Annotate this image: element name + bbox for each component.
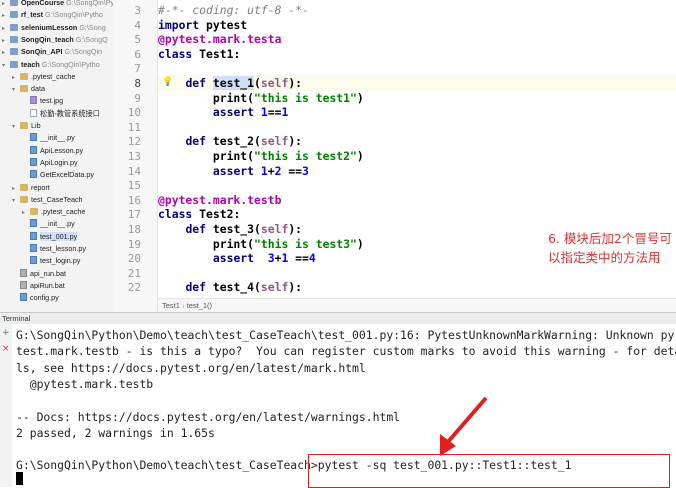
arrow-icon [440, 396, 488, 456]
